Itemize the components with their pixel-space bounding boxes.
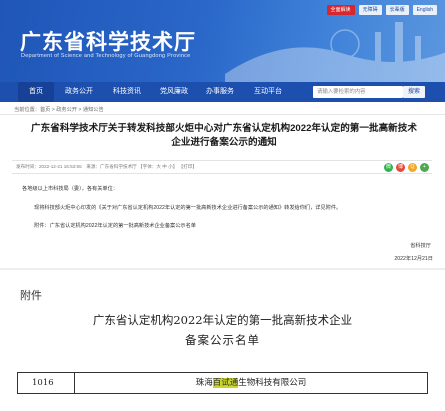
- nav-item-integrity[interactable]: 党风廉政: [150, 82, 198, 102]
- article-body: 现将科技部火炬中心印发的《关于对广东省认定机构2022年认定的第一批高新技术企业…: [34, 205, 342, 211]
- company-prefix: 珠海: [195, 378, 213, 388]
- share-icon[interactable]: +: [420, 163, 429, 172]
- article-title: 广东省科学技术厅关于转发科技部火炬中心对广东省认定机构2022年认定的第一批高新…: [31, 123, 417, 148]
- site-title[interactable]: 广东省科学技术厅: [20, 26, 196, 56]
- wechat-icon[interactable]: 微: [384, 163, 393, 172]
- nav-item-sci-news[interactable]: 科技资讯: [104, 82, 150, 102]
- company-highlight: 百试通: [212, 378, 239, 388]
- company-name: 珠海百试通生物科技有限公司: [75, 373, 427, 393]
- top-link-accessibility[interactable]: 无障碍: [358, 5, 382, 15]
- weibo-icon[interactable]: 博: [396, 163, 405, 172]
- nav-item-services[interactable]: 办事服务: [196, 82, 244, 102]
- qq-icon[interactable]: Q: [408, 163, 417, 172]
- article-signature: 省科技厅: [410, 243, 431, 249]
- attachment-label: 附件: [20, 289, 42, 302]
- search-input[interactable]: 请输入要检索的内容: [313, 86, 403, 98]
- search-button[interactable]: 搜索: [403, 86, 425, 98]
- site-header-banner: 全面解读 无障碍 长辈版 English 广东省科学技术厅 Department…: [0, 0, 445, 82]
- top-link-english[interactable]: English: [412, 5, 437, 15]
- nav-item-gov-affairs[interactable]: 政务公开: [56, 82, 102, 102]
- document-divider: [0, 268, 445, 270]
- company-suffix: 生物科技有限公司: [238, 378, 307, 388]
- article-attachment-link[interactable]: 附件：广东省认定机构2022年认定的第一批高新技术企业备案公示名单: [34, 222, 196, 229]
- table-row: 1016 珠海百试通生物科技有限公司: [17, 372, 428, 394]
- nav-item-interaction[interactable]: 互动平台: [244, 82, 292, 102]
- article-date: 2022年12月21日: [394, 256, 433, 262]
- breadcrumb[interactable]: 当前位置：首页 > 政务公开 > 通知公告: [14, 106, 104, 113]
- article-meta: 发布时间：2022-12-21 16:53:55 来源：广东省科学技术厅 【字体…: [16, 164, 197, 169]
- site-subtitle: Department of Science and Technology of …: [21, 53, 191, 59]
- document-title-line1: 广东省认定机构2022年认定的第一批高新技术企业: [92, 313, 353, 327]
- article-meta-bar: 发布时间：2022-12-21 16:53:55 来源：广东省科学技术厅 【字体…: [12, 160, 432, 174]
- breadcrumb-divider: [0, 114, 445, 115]
- row-number: 1016: [18, 373, 75, 393]
- landmark-skyline-graphic: [225, 22, 445, 82]
- top-link-interpret[interactable]: 全面解读: [326, 5, 355, 15]
- document-title-line2: 备案公示名单: [185, 333, 260, 347]
- article-salutation: 各地级以上市科技局（委），各有关单位：: [22, 186, 118, 192]
- nav-item-home[interactable]: 首页: [18, 82, 54, 102]
- top-link-elderly[interactable]: 长辈版: [385, 5, 409, 15]
- page: 全面解读 无障碍 长辈版 English 广东省科学技术厅 Department…: [0, 0, 445, 411]
- top-links: 全面解读 无障碍 长辈版 English: [326, 5, 437, 15]
